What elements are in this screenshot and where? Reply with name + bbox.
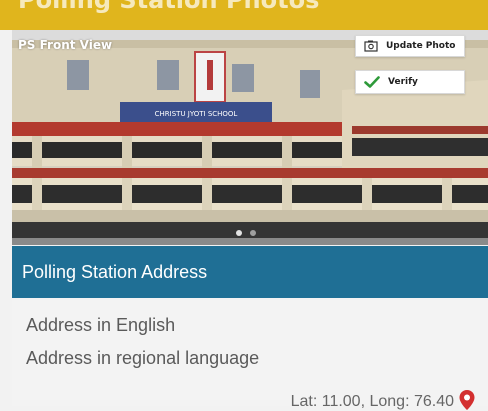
address-english-field[interactable]: Address in English	[26, 315, 175, 336]
carousel-indicator[interactable]	[236, 230, 256, 236]
update-photo-label: Update Photo	[386, 41, 456, 51]
address-regional-field[interactable]: Address in regional language	[26, 348, 259, 369]
verify-label: Verify	[388, 77, 418, 87]
check-icon	[364, 76, 380, 88]
coordinates-text: Lat: 11.00, Long: 76.40	[290, 393, 454, 410]
carousel-dot[interactable]	[236, 230, 242, 236]
photo-label: PS Front View	[18, 38, 113, 52]
carousel-dot[interactable]	[250, 230, 256, 236]
update-photo-button[interactable]: Update Photo	[355, 35, 465, 57]
section-title: Polling Station Address	[22, 261, 208, 282]
top-header: Polling Station Photos	[0, 0, 488, 30]
photo-icon	[364, 40, 378, 52]
address-section-header: Polling Station Address	[12, 246, 488, 298]
polling-station-photo[interactable]: CHRISTU JYOTI SCHOOL PS Front View Updat…	[12, 30, 488, 245]
building-photo: CHRISTU JYOTI SCHOOL	[12, 30, 488, 245]
school-sign: CHRISTU JYOTI SCHOOL	[155, 110, 238, 118]
page-title: Polling Station Photos	[18, 0, 320, 14]
map-pin-icon[interactable]	[458, 389, 476, 411]
verify-button[interactable]: Verify	[355, 70, 465, 94]
address-body: Address in English Address in regional l…	[12, 298, 488, 410]
